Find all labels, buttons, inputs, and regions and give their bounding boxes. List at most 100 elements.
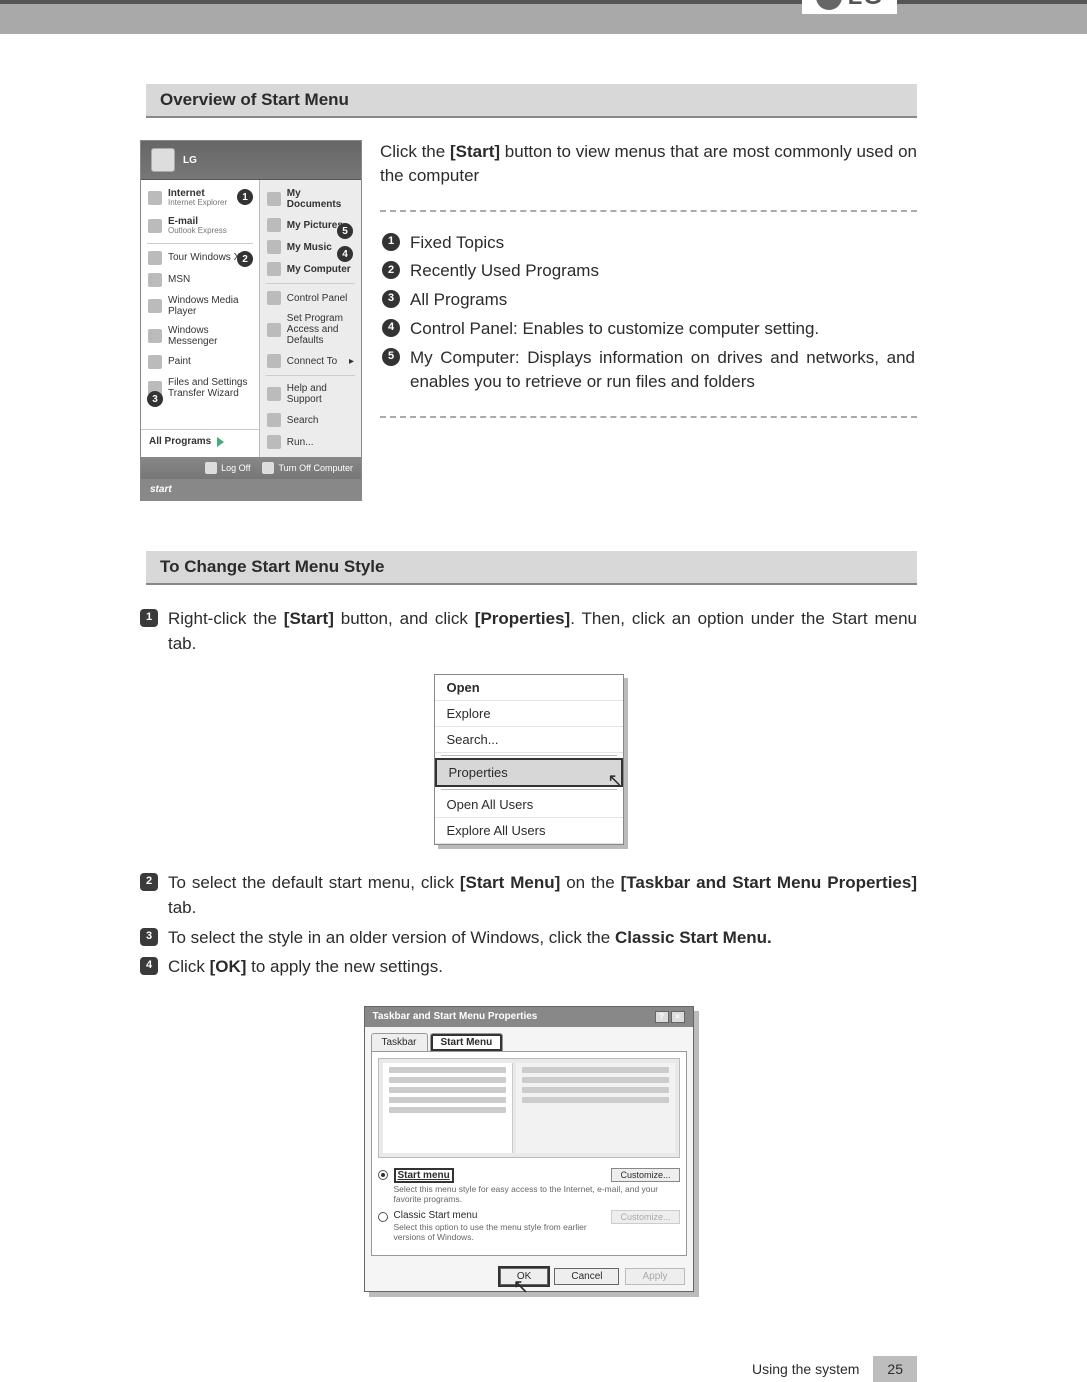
cancel-button: Cancel (554, 1268, 619, 1285)
callout-1-marker: 1 (237, 189, 253, 205)
brand-text: LG (848, 0, 883, 11)
start-menu-preview (378, 1058, 680, 1158)
sm-email-sub: Outlook Express (168, 227, 227, 236)
sm-cpl: Control Panel (287, 293, 348, 304)
footer-page-number: 25 (873, 1356, 917, 1382)
sm-spad: Set Program Access and Defaults (287, 313, 354, 346)
section-overview-title: Overview of Start Menu (146, 84, 917, 118)
intro-text: Click the [Start] button to view menus t… (380, 140, 917, 188)
ctx-properties: Properties ↖ (435, 758, 623, 787)
ctx-explore: Explore (435, 701, 623, 727)
wmp-icon (148, 299, 162, 313)
header-band: LG (0, 4, 1087, 34)
tab-start-menu: Start Menu (430, 1033, 504, 1051)
start-menu-user: LG (183, 155, 197, 166)
callout-4-marker: 4 (337, 246, 353, 262)
page-content: Overview of Start Menu LG Internet Inter… (0, 34, 1087, 1322)
sm-wmp: Windows Media Player (168, 295, 252, 317)
sm-conn: Connect To (287, 356, 337, 367)
ctx-open: Open (435, 675, 623, 701)
ctx-explore-all: Explore All Users (435, 818, 623, 844)
brand-logo: LG (802, 0, 897, 14)
bullet-5-icon: 5 (382, 348, 400, 366)
music-icon (267, 240, 281, 254)
step-2-icon: 2 (140, 873, 158, 891)
msn-icon (148, 273, 162, 287)
customize-button-2: Customize... (611, 1210, 679, 1224)
overview-description: Click the [Start] button to view menus t… (380, 140, 917, 501)
sm-docs: My Documents (287, 188, 354, 210)
defaults-icon (267, 323, 281, 337)
computer-icon (267, 262, 281, 276)
mail-icon (148, 219, 162, 233)
cpl-icon (267, 291, 281, 305)
lg-face-icon (816, 0, 842, 10)
ctx-open-all: Open All Users (435, 792, 623, 818)
bullet-4-icon: 4 (382, 319, 400, 337)
sm-all-programs: All Programs (149, 436, 211, 447)
cursor-icon: ↖ (607, 770, 622, 791)
callout-5-text: My Computer: Displays information on dri… (410, 346, 915, 394)
opt-classic-desc: Select this option to use the menu style… (394, 1222, 680, 1242)
callout-1-text: Fixed Topics (410, 231, 504, 255)
callout-4-text: Control Panel: Enables to customize comp… (410, 317, 819, 341)
run-icon (267, 435, 281, 449)
callout-2-marker: 2 (237, 251, 253, 267)
sm-msgr: Windows Messenger (168, 325, 252, 347)
sm-search: Search (287, 415, 319, 426)
ctx-search: Search... (435, 727, 623, 753)
tab-taskbar: Taskbar (371, 1033, 428, 1051)
radio-classic (378, 1212, 388, 1222)
avatar-icon (151, 148, 175, 172)
bullet-1-icon: 1 (382, 233, 400, 251)
sm-pics: My Pictures (287, 220, 343, 231)
opt-start-desc: Select this menu style for easy access t… (394, 1184, 680, 1204)
callout-3-marker: 3 (147, 391, 163, 407)
folder-icon (267, 192, 281, 206)
page-footer: Using the system 25 (0, 1352, 1087, 1382)
opt-start-label: Start menu (398, 1170, 450, 1181)
sm-paint: Paint (168, 356, 191, 367)
sm-fst: Files and Settings Transfer Wizard (168, 377, 252, 399)
close-button-icon: × (671, 1011, 685, 1023)
sm-music: My Music (287, 242, 332, 253)
radio-start-menu (378, 1170, 388, 1180)
step-1-icon: 1 (140, 609, 158, 627)
help-icon (267, 387, 281, 401)
bullet-3-icon: 3 (382, 290, 400, 308)
power-icon (262, 462, 274, 474)
paint-icon (148, 355, 162, 369)
bullet-2-icon: 2 (382, 261, 400, 279)
pictures-icon (267, 218, 281, 232)
footer-chapter: Using the system (738, 1356, 873, 1382)
callout-3-text: All Programs (410, 288, 507, 312)
help-button-icon: ? (655, 1011, 669, 1023)
messenger-icon (148, 329, 162, 343)
sm-help: Help and Support (287, 383, 354, 405)
sm-shutdown: Turn Off Computer (278, 463, 353, 473)
step-2-text: To select the default start menu, click … (168, 871, 917, 920)
callout-2-text: Recently Used Programs (410, 259, 599, 283)
cursor-icon: ↖ (513, 1274, 530, 1299)
sm-comp: My Computer (287, 264, 351, 275)
customize-button-1: Customize... (611, 1168, 679, 1182)
figure-properties-dialog: Taskbar and Start Menu Properties ? × Ta… (364, 1006, 694, 1292)
tour-icon (148, 251, 162, 265)
step-3-text: To select the style in an older version … (168, 926, 772, 951)
sm-run: Run... (287, 437, 314, 448)
taskbar-start: start (141, 479, 361, 500)
figure-start-menu: LG Internet Internet Explorer E-mail Out… (140, 140, 362, 501)
step-1-text: Right-click the [Start] button, and clic… (168, 607, 917, 656)
section-change-title: To Change Start Menu Style (146, 551, 917, 585)
step-3-icon: 3 (140, 928, 158, 946)
ie-icon (148, 191, 162, 205)
arrow-right-icon (217, 437, 224, 447)
dialog-title: Taskbar and Start Menu Properties (373, 1011, 538, 1022)
apply-button: Apply (625, 1268, 684, 1285)
opt-classic-label: Classic Start menu (394, 1210, 478, 1221)
sm-logoff: Log Off (221, 463, 250, 473)
step-4-text: Click [OK] to apply the new settings. (168, 955, 443, 980)
sm-tour: Tour Windows XP (168, 252, 247, 263)
step-4-icon: 4 (140, 957, 158, 975)
logoff-icon (205, 462, 217, 474)
